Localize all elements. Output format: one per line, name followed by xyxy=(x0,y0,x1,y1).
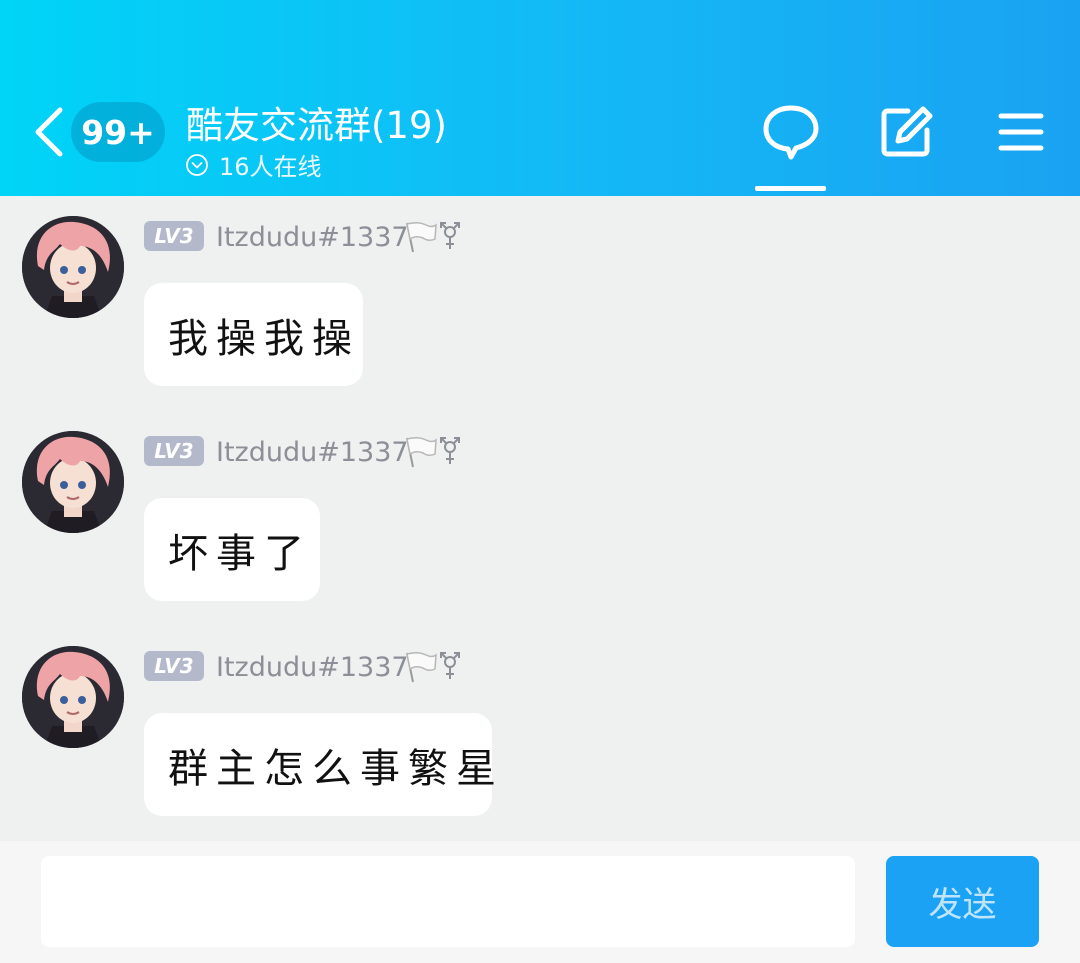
username[interactable]: Itzdudu#1337 xyxy=(216,652,409,683)
send-button[interactable]: 发送 xyxy=(886,856,1039,947)
message-item: LV3 Itzdudu#1337 我操我操 xyxy=(0,196,1080,396)
message-input[interactable] xyxy=(41,856,855,947)
edit-icon[interactable] xyxy=(876,102,936,162)
menu-icon[interactable] xyxy=(991,102,1051,162)
message-item: LV3 Itzdudu#1337 群主怎么事繁星 xyxy=(0,626,1080,826)
chat-bubble-icon[interactable] xyxy=(761,102,821,162)
level-badge: LV3 xyxy=(144,221,204,251)
unread-count-badge[interactable]: 99+ xyxy=(71,102,165,162)
online-status[interactable]: 16人在线 xyxy=(185,147,322,182)
message-composer: 发送 xyxy=(0,841,1080,963)
chat-header: 99+ 酷友交流群(19) 16人在线 xyxy=(0,0,1080,196)
chevron-down-circle-icon xyxy=(186,153,208,176)
back-icon[interactable] xyxy=(30,106,70,158)
level-badge: LV3 xyxy=(144,651,204,681)
avatar[interactable] xyxy=(22,216,124,318)
transgender-symbol-icon xyxy=(440,222,460,249)
transgender-symbol-icon xyxy=(440,437,460,464)
message-list[interactable]: LV3 Itzdudu#1337 我操我操 LV3 Itzdudu#1337 坏… xyxy=(0,196,1080,841)
message-item: LV3 Itzdudu#1337 坏事了 xyxy=(0,411,1080,611)
level-badge: LV3 xyxy=(144,436,204,466)
transgender-symbol-icon xyxy=(440,652,460,679)
message-bubble[interactable]: 我操我操 xyxy=(144,283,363,386)
flag-icon xyxy=(406,651,437,683)
avatar[interactable] xyxy=(22,431,124,533)
group-title[interactable]: 酷友交流群(19) xyxy=(186,95,447,149)
online-count-label: 16人在线 xyxy=(219,153,322,181)
username[interactable]: Itzdudu#1337 xyxy=(216,222,409,253)
active-tab-indicator xyxy=(755,186,826,191)
message-bubble[interactable]: 群主怎么事繁星 xyxy=(144,713,496,816)
message-text: 坏事了 xyxy=(168,530,312,577)
username[interactable]: Itzdudu#1337 xyxy=(216,437,409,468)
message-text: 群主怎么事繁星 xyxy=(168,745,504,792)
flag-icon xyxy=(406,436,437,468)
avatar[interactable] xyxy=(22,646,124,748)
message-bubble[interactable]: 坏事了 xyxy=(144,498,320,601)
flag-icon xyxy=(406,221,437,253)
message-text: 我操我操 xyxy=(168,315,360,362)
